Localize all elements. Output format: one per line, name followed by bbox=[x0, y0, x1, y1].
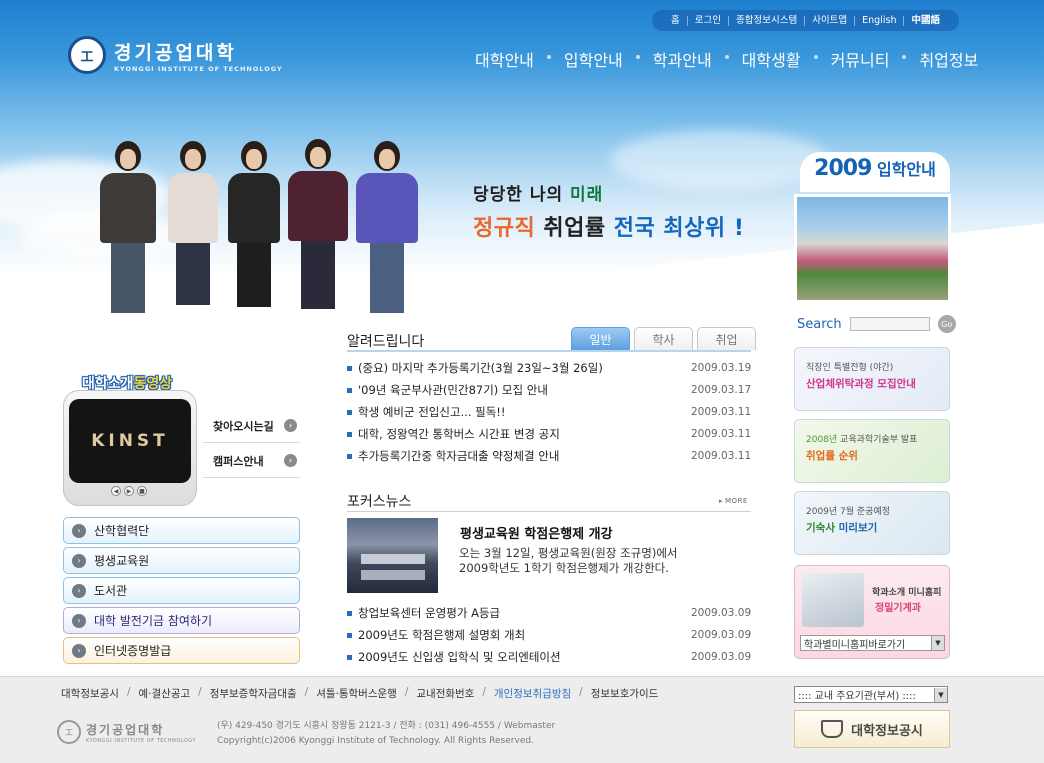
quick-link-development-fund[interactable]: › 대학 발전기금 참여하기 bbox=[63, 607, 300, 634]
video-controls: ◀ ▶ ■ bbox=[111, 486, 147, 496]
footer-link-phone[interactable]: 교내전화번호 bbox=[416, 686, 474, 701]
quick-link-certificate[interactable]: › 인터넷증명발급 bbox=[63, 637, 300, 664]
divider bbox=[347, 350, 751, 352]
search-bar: Search Go bbox=[797, 315, 956, 333]
banner-industry-course[interactable]: 직장인 특별전형 (야간) 산업체위탁과정 모집안내 bbox=[794, 347, 950, 411]
notice-row[interactable]: 추가등록기간중 학자금대출 약정체결 안내 2009.03.11 bbox=[347, 445, 751, 467]
tab-general[interactable]: 일반 bbox=[571, 327, 630, 350]
quick-link-lifelong-education[interactable]: › 평생교육원 bbox=[63, 547, 300, 574]
focus-news-title: 포커스뉴스 bbox=[347, 494, 412, 510]
arrow-right-icon: › bbox=[72, 553, 86, 568]
divider bbox=[347, 511, 751, 512]
notice-row[interactable]: (중요) 마지막 추가등록기간(3월 23일~3월 26일) 2009.03.19 bbox=[347, 357, 751, 379]
quick-link-library[interactable]: › 도서관 bbox=[63, 577, 300, 604]
students-photo bbox=[98, 128, 428, 313]
tab-employment[interactable]: 취업 bbox=[697, 327, 756, 350]
slogan-line2: 정규직 취업률 전국 최상위 ! bbox=[473, 216, 745, 241]
nav-admission[interactable]: 입학안내 bbox=[546, 47, 638, 71]
footer-links: 대학정보공시 / 예·결산공고 / 정부보증학자금대출 / 셔틀·통학버스운행 / 교내… bbox=[61, 686, 659, 701]
info-disclosure-banner[interactable]: 대학정보공시 bbox=[794, 710, 950, 748]
nav-departments[interactable]: 학과안내 bbox=[635, 47, 727, 71]
util-info-system[interactable]: 종합정보시스템 bbox=[728, 15, 804, 26]
chevron-down-icon: ▼ bbox=[934, 687, 947, 702]
banner-dormitory[interactable]: 2009년 7월 준공예정 기숙사 미리보기 bbox=[794, 491, 950, 555]
search-go-button[interactable]: Go bbox=[937, 315, 956, 333]
video-screen[interactable]: KINST bbox=[69, 399, 191, 483]
nav-careers[interactable]: 취업정보 bbox=[902, 47, 993, 71]
arrow-right-icon: › bbox=[284, 454, 297, 467]
banner-employment-rank[interactable]: 2008년 교육과학기술부 발표 취업률 순위 bbox=[794, 419, 950, 483]
util-home[interactable]: 홈 bbox=[664, 15, 687, 26]
focus-news-headline[interactable]: 평생교육원 학점은행제 개강 bbox=[460, 523, 613, 542]
more-link[interactable]: MORE bbox=[719, 497, 748, 505]
notice-row[interactable]: 학생 예비군 전입신고... 필독!! 2009.03.11 bbox=[347, 401, 751, 423]
footer-address: (우) 429-450 경기도 시흥시 정왕동 2121-3 / 전화 : (0… bbox=[217, 721, 556, 746]
student-figure bbox=[228, 141, 280, 307]
chevron-down-icon: ▼ bbox=[931, 636, 944, 650]
util-english[interactable]: English bbox=[854, 15, 903, 26]
link-campus-guide[interactable]: 캠퍼스안내 › bbox=[203, 444, 300, 478]
student-figure bbox=[100, 141, 156, 313]
footer-logo: 工 경기공업대학 KYONGGI INSTITUTE OF TECHNOLOGY bbox=[57, 720, 196, 744]
notice-title: 알려드립니다 bbox=[347, 334, 425, 350]
org-select[interactable]: :::: 교내 주요기관(부서) :::: ▼ bbox=[794, 686, 948, 703]
logo-seal-icon: 工 bbox=[68, 36, 106, 74]
mini-homepage-banner[interactable]: 학과소개 미니홈피 정밀기계과 학과별미니홈피바로가기 ▼ bbox=[794, 565, 950, 659]
arrow-right-icon: › bbox=[72, 643, 86, 658]
utility-nav: 홈 로그인 종합정보시스템 사이트맵 English 中國語 bbox=[652, 10, 959, 31]
student-figure bbox=[356, 141, 418, 313]
footer-link-security[interactable]: 정보보호가이드 bbox=[591, 686, 659, 701]
notice-row[interactable]: 대학, 정왕역간 통학버스 시간표 변경 공지 2009.03.11 bbox=[347, 423, 751, 445]
footer-link-privacy[interactable]: 개인정보취급방침 bbox=[494, 686, 571, 701]
site-logo[interactable]: 工 경기공업대학 KYONGGI INSTITUTE OF TECHNOLOGY bbox=[68, 36, 283, 74]
nav-campus-life[interactable]: 대학생활 bbox=[724, 47, 816, 71]
news-row[interactable]: 2009년도 신입생 입학식 및 오리엔테이션 2009.03.09 bbox=[347, 646, 751, 668]
news-row[interactable]: 2009년도 학점은행제 설명회 개최 2009.03.09 bbox=[347, 624, 751, 646]
promo-video-player[interactable]: KINST ◀ ▶ ■ bbox=[63, 390, 197, 506]
arrow-right-icon: › bbox=[72, 523, 86, 538]
slogan-line1: 당당한 나의 미래 bbox=[473, 185, 604, 205]
notice-row[interactable]: '09년 육군부사관(민간87기) 모집 안내 2009.03.17 bbox=[347, 379, 751, 401]
student-figure bbox=[168, 141, 218, 305]
footer-link-disclosure[interactable]: 대학정보공시 bbox=[61, 686, 119, 701]
util-sitemap[interactable]: 사이트맵 bbox=[804, 15, 854, 26]
arrow-right-icon: › bbox=[72, 613, 86, 628]
util-login[interactable]: 로그인 bbox=[686, 15, 728, 26]
footer-link-budget[interactable]: 예·결산공고 bbox=[139, 686, 191, 701]
news-row[interactable]: 창업보육센터 운영평가 A등급 2009.03.09 bbox=[347, 602, 751, 624]
play-icon[interactable]: ▶ bbox=[124, 486, 134, 496]
search-input[interactable] bbox=[849, 317, 930, 331]
nav-about[interactable]: 대학안내 bbox=[460, 47, 549, 71]
focus-news-summary: 오는 3월 12일, 평생교육원(원장 조규명)에서 2009학년도 1학기 학… bbox=[459, 546, 678, 575]
campus-photo bbox=[794, 194, 951, 303]
logo-seal-icon: 工 bbox=[57, 720, 81, 744]
arrow-right-icon: › bbox=[284, 419, 297, 432]
rewind-icon[interactable]: ◀ bbox=[111, 486, 121, 496]
util-chinese[interactable]: 中國語 bbox=[903, 15, 947, 26]
stop-icon[interactable]: ■ bbox=[137, 486, 147, 496]
quick-link-industry-cooperation[interactable]: › 산학협력단 bbox=[63, 517, 300, 544]
admission-banner[interactable]: 2009 입학안내 bbox=[794, 152, 959, 305]
main-nav: 대학안내 입학안내 학과안내 대학생활 커뮤니티 취업정보 bbox=[460, 47, 993, 71]
admission-title: 2009 입학안내 bbox=[800, 152, 950, 192]
graduation-cap-icon bbox=[821, 720, 844, 738]
logo-name-ko: 경기공업대학 bbox=[114, 41, 237, 64]
notice-tabs: 일반 학사 취업 bbox=[571, 327, 756, 350]
focus-news-photo[interactable] bbox=[347, 518, 438, 593]
logo-name-en: KYONGGI INSTITUTE OF TECHNOLOGY bbox=[114, 64, 283, 73]
tab-academic[interactable]: 학사 bbox=[634, 327, 693, 350]
nav-community[interactable]: 커뮤니티 bbox=[813, 47, 905, 71]
search-label: Search bbox=[797, 316, 842, 332]
footer-link-shuttle-bus[interactable]: 셔틀·통학버스운행 bbox=[316, 686, 397, 701]
mini-homepage-select[interactable]: 학과별미니홈피바로가기 ▼ bbox=[800, 635, 945, 651]
student-figure bbox=[288, 139, 348, 309]
arrow-right-icon: › bbox=[72, 583, 86, 598]
mini-homepage-photo bbox=[802, 573, 864, 627]
link-directions[interactable]: 찾아오시는길 › bbox=[203, 409, 300, 443]
footer-link-student-loan[interactable]: 정부보증학자금대출 bbox=[210, 686, 297, 701]
